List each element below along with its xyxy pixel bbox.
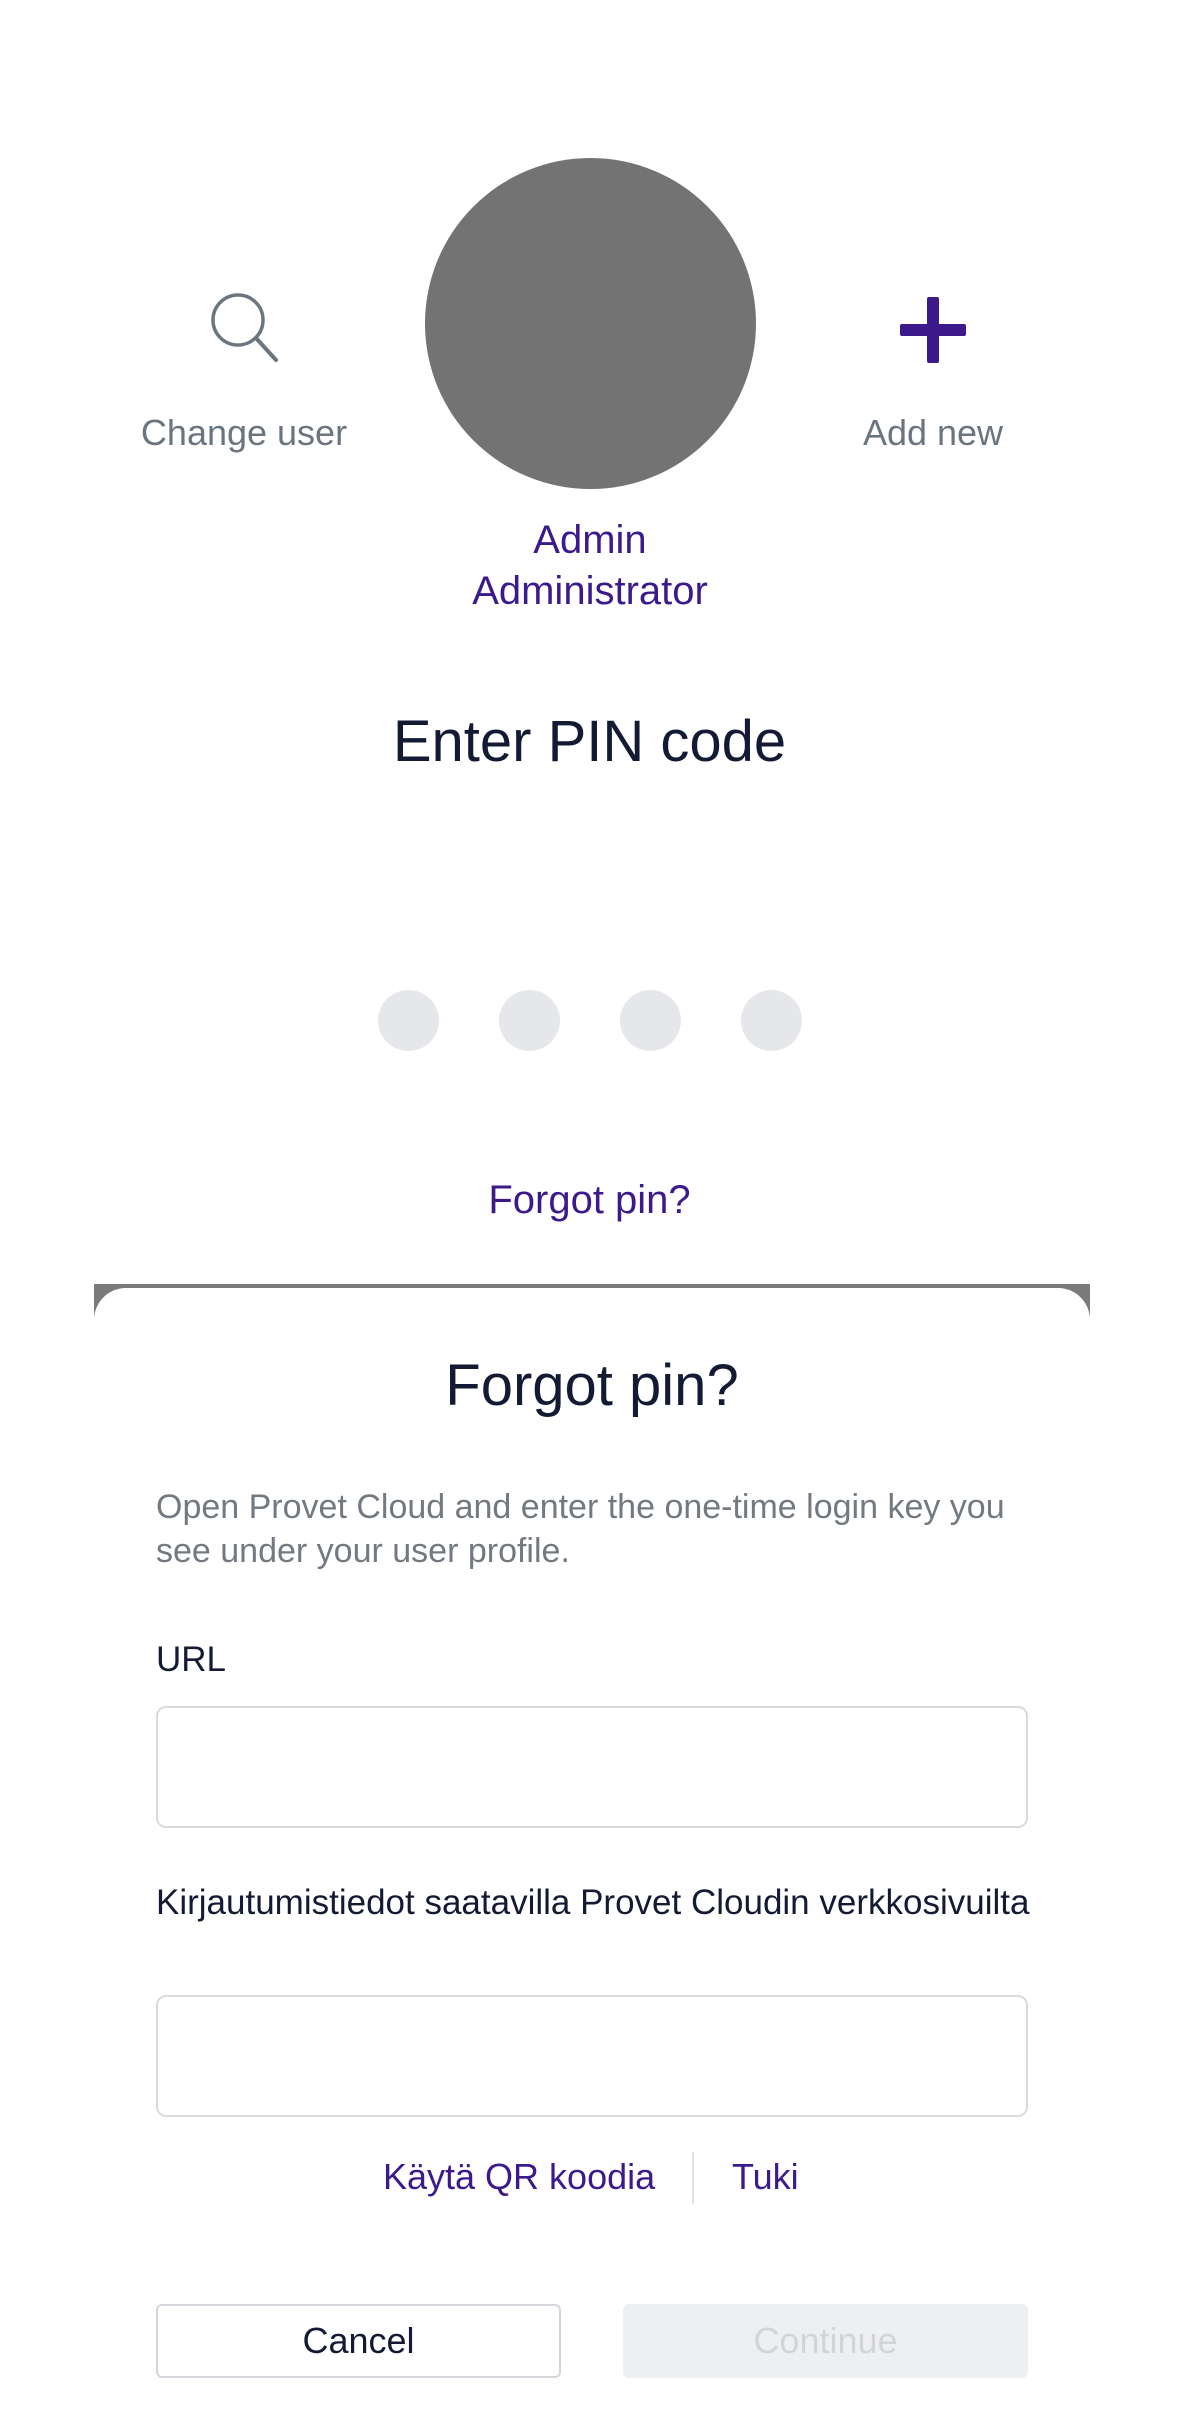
sheet-links: Käytä QR koodia Tuki (94, 2152, 1090, 2206)
pin-dot (378, 990, 439, 1051)
add-new-user-button[interactable]: Add new (783, 290, 1083, 454)
continue-button[interactable]: Continue (623, 2304, 1028, 2378)
url-label: URL (156, 1640, 227, 1679)
change-user-label: Change user (140, 412, 348, 453)
user-last-name: Administrator (472, 569, 708, 613)
url-input[interactable] (156, 1706, 1028, 1828)
pin-dot (741, 990, 802, 1051)
pin-indicator (378, 990, 803, 1052)
sheet-description: Open Provet Cloud and enter the one-time… (156, 1488, 1005, 1570)
login-info-label: Kirjautumistiedot saatavilla Provet Clou… (156, 1883, 1030, 1922)
pin-dot (499, 990, 560, 1051)
forgot-pin-link[interactable]: Forgot pin? (0, 1178, 1179, 1223)
forgot-pin-sheet: Forgot pin? Open Provet Cloud and enter … (94, 1288, 1090, 2416)
link-divider (692, 2152, 694, 2204)
cancel-button[interactable]: Cancel (156, 2304, 561, 2378)
current-user-name: Admin Administrator (340, 515, 840, 617)
use-qr-code-link[interactable]: Käytä QR koodia (383, 2156, 655, 2198)
login-key-input[interactable] (156, 1995, 1028, 2117)
plus-icon (900, 297, 966, 363)
pin-dot (620, 990, 681, 1051)
change-user-button[interactable]: Change user (94, 290, 394, 454)
add-new-label: Add new (862, 412, 1004, 453)
search-icon (211, 293, 278, 362)
page-title: Enter PIN code (392, 709, 787, 774)
user-first-name: Admin (533, 518, 647, 562)
support-link[interactable]: Tuki (732, 2156, 799, 2198)
sheet-title: Forgot pin? (445, 1353, 739, 1418)
avatar[interactable] (425, 158, 756, 489)
